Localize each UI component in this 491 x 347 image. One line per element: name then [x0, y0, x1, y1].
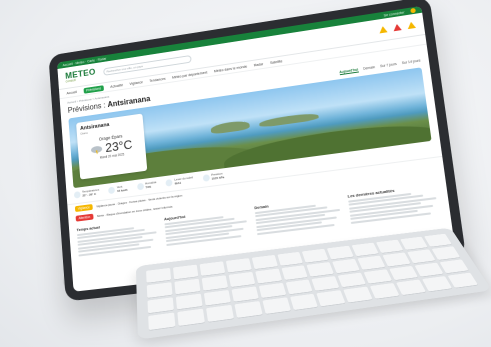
keyboard-key [370, 283, 400, 299]
keyboard-key [389, 266, 418, 281]
keyboard-key [204, 290, 231, 307]
keyboard-key [173, 265, 198, 280]
keyboard-key [277, 252, 303, 266]
keyboard-key [424, 234, 452, 247]
keyboard-key [307, 262, 334, 277]
forecast-tab[interactable]: Aujourd'hui [339, 68, 359, 76]
stat-item: Températures 22° - 26° C [74, 189, 100, 200]
weather-card: Antsiranana Diana Orage Épars 23°C Mardi… [76, 114, 147, 180]
keyboard-key [302, 249, 329, 263]
alert-icons [379, 21, 416, 33]
alert-dot-icon [410, 8, 416, 14]
keyboard-key [400, 237, 428, 251]
content-column: Les dernières actualités [347, 182, 442, 225]
nav-item[interactable]: Actualité [110, 83, 123, 89]
keyboard-key [228, 272, 255, 288]
nav-item[interactable]: Vigilance [129, 80, 143, 86]
forecast-tab[interactable]: Sur 14 jours [402, 59, 421, 67]
keyboard-key [312, 276, 340, 292]
keyboard-key [234, 301, 262, 318]
keyboard-key [422, 276, 452, 292]
keyboard-key [147, 282, 173, 298]
keyboard-key [262, 298, 291, 315]
content-column: Aujourd'hui [164, 206, 252, 248]
storm-cloud-icon [90, 143, 104, 154]
nav-item[interactable]: Accueil [66, 90, 77, 95]
keyboard-key [317, 290, 346, 307]
content-column: Demain [254, 194, 345, 236]
stat-text: Températures 22° - 26° C [82, 189, 100, 199]
keyboard-key [146, 268, 171, 283]
stat-icon [74, 191, 81, 199]
island-shape [210, 120, 250, 135]
keyboard-key [226, 258, 252, 273]
forecast-tab[interactable]: Sur 7 jours [380, 62, 397, 69]
keyboard-key [415, 262, 444, 277]
keyboard-key [176, 293, 203, 310]
keyboard-key [199, 261, 225, 276]
keyboard-key [396, 280, 426, 296]
island-shape [259, 112, 319, 128]
stat-text: Pression 1015 hPa [211, 172, 224, 181]
keyboard-key [407, 249, 435, 263]
keyboard-key [432, 246, 461, 260]
stat-icon [137, 183, 144, 191]
nav-item[interactable]: Satellite [270, 59, 283, 65]
keyboard-key [174, 279, 200, 295]
keyboard-key [448, 273, 478, 289]
warning-icon[interactable] [407, 21, 416, 29]
stat-icon [166, 179, 173, 187]
keyboard-key [383, 252, 411, 267]
warning-icon[interactable] [379, 25, 388, 33]
keyboard-key [364, 269, 393, 284]
stat-icon [202, 175, 209, 183]
keyboard-key [255, 268, 282, 283]
keyboard-key [177, 309, 205, 327]
keyboard-key [285, 279, 313, 295]
keyboard-key [352, 243, 379, 257]
keyboard-key [332, 259, 360, 274]
keyboard-key [338, 272, 367, 288]
nav-item[interactable]: Tendances [149, 76, 166, 82]
keyboard-key [440, 259, 470, 274]
keyboard-key [206, 305, 234, 323]
stat-text: Vent 15 km/h [117, 185, 128, 194]
keyboard-key [281, 265, 308, 280]
content-column: Temps actuel [76, 217, 160, 258]
site-logo[interactable]: METEO consult [65, 68, 96, 84]
keyboard-key [258, 283, 286, 299]
vigilance-badge: Vigilance [75, 204, 93, 212]
keyboard-key [148, 313, 175, 331]
keyboard-key [201, 275, 227, 291]
keyboard-key [147, 297, 173, 314]
keyboard-key [327, 246, 354, 260]
stat-text: Humidité 74% [145, 181, 157, 190]
keyboard-key [290, 294, 319, 311]
keyboard-key [231, 286, 258, 302]
keyboard-key [251, 255, 277, 270]
nav-item[interactable]: Radar [254, 62, 264, 67]
keyboard-key [358, 255, 386, 270]
stat-icon [108, 187, 115, 195]
stat-item: Pression 1015 hPa [202, 172, 224, 182]
stat-item: Lever du soleil 6h11 [166, 176, 194, 187]
forecast-tab[interactable]: Demain [363, 65, 375, 72]
product-scene: Accueil · Météo · Carte · Radar Se conne… [0, 0, 491, 347]
keyboard-key [376, 240, 403, 254]
stat-text: Lever du soleil 6h11 [174, 176, 193, 186]
keyboard-key [344, 287, 373, 304]
warning-icon[interactable] [393, 23, 402, 31]
stat-item: Vent 15 km/h [108, 185, 127, 195]
stat-item: Humidité 74% [137, 181, 157, 191]
vigilance-badge: Attention [76, 213, 94, 221]
